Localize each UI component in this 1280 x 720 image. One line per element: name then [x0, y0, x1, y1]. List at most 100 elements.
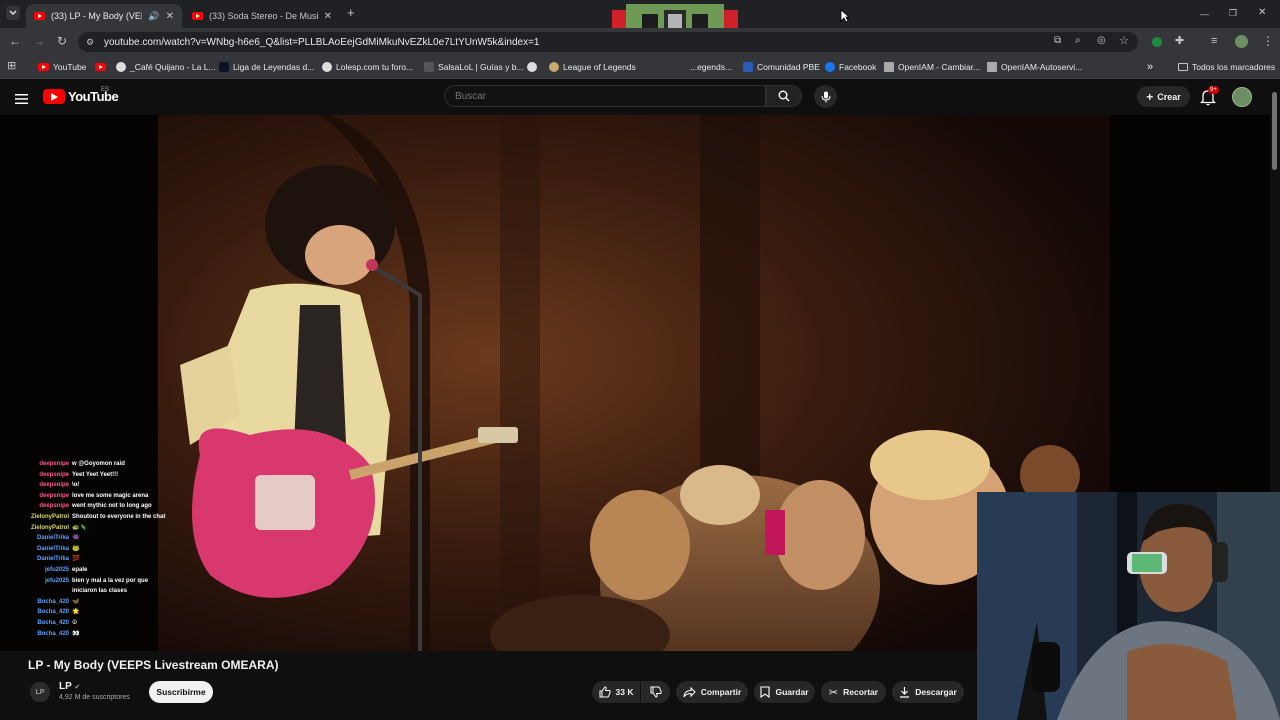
game-icon: [219, 62, 229, 72]
globe-icon: [322, 62, 332, 72]
chat-message: deepsnipe Yeet Yeet Yeet!!!: [39, 471, 119, 478]
scrollbar-thumb[interactable]: [1272, 92, 1277, 170]
clip-button[interactable]: ✂ Recortar: [821, 681, 886, 703]
bookmark-salsalol[interactable]: SalsaLoL | Guías y b...: [424, 60, 524, 74]
site-info-icon[interactable]: ⚙: [86, 37, 94, 48]
media-control-icon[interactable]: ≡: [1211, 35, 1217, 47]
youtube-icon: [95, 63, 106, 71]
scissors-icon: ✂: [828, 686, 839, 699]
restore-window-icon[interactable]: ❐: [1229, 7, 1237, 19]
new-tab-button[interactable]: +: [347, 5, 355, 20]
bookmark-lolesp[interactable]: Lolesp.com tu foro...: [322, 60, 413, 74]
chat-message: deepsnipe love me some magic arena: [39, 492, 149, 499]
thumbs-down-icon: [650, 686, 662, 698]
close-window-icon[interactable]: ✕: [1258, 7, 1266, 19]
speaker-icon[interactable]: 🔊: [148, 11, 159, 22]
account-avatar[interactable]: [1232, 87, 1252, 107]
chat-message: ZielonyPatrol 🐢🦎: [30, 524, 87, 531]
tab-title: (33) LP - My Body (VEEPS L: [51, 11, 142, 21]
like-count: 33 K: [615, 687, 634, 697]
verified-icon: ✔: [74, 684, 81, 691]
stream-chat-overlay: deepsnipe w @Goyomon raid deepsnipe Yeet Y…: [6, 459, 176, 639]
notification-badge: 9+: [1208, 86, 1219, 94]
minimize-window-icon[interactable]: —: [1200, 8, 1209, 20]
bookmark-league-of-legends[interactable]: League of Legends: [549, 60, 636, 74]
close-tab-icon[interactable]: ✕: [166, 11, 174, 22]
bookmark-legends[interactable]: ...egends...: [690, 60, 732, 74]
puzzle-extensions-icon[interactable]: ✚: [1175, 35, 1184, 47]
bookmark-cafe-quijano[interactable]: _Café Quijano - La L...: [116, 60, 216, 74]
save-button[interactable]: Guardar: [754, 681, 815, 703]
forward-arrow-icon[interactable]: →: [33, 35, 45, 47]
youtube-wordmark[interactable]: YouTube: [68, 89, 119, 104]
tab-search-button[interactable]: [6, 6, 20, 20]
tab-soda-stereo[interactable]: (33) Soda Stereo - De Musica L ✕: [184, 4, 340, 28]
tab-title: (33) Soda Stereo - De Musica L: [209, 11, 318, 21]
chat-message: deepsnipe \o/: [39, 482, 79, 489]
apps-grid-icon[interactable]: ⊞: [7, 60, 16, 72]
channel-avatar[interactable]: LP: [30, 682, 50, 702]
bookmarks-overflow-button[interactable]: »: [1147, 60, 1153, 74]
bookmark-openiam-autoservi[interactable]: OpenIAM-Autoservi...: [987, 60, 1082, 74]
install-app-icon[interactable]: ⧉: [1054, 35, 1061, 47]
create-button[interactable]: + Crear: [1137, 86, 1190, 107]
facebook-icon: [825, 62, 835, 72]
plus-icon: +: [1146, 89, 1154, 104]
chat-message: deepsnipe went mythic not to long ago: [39, 503, 152, 510]
streamer-webcam-overlay: [977, 492, 1280, 720]
chat-message: jefu2025 epale: [44, 566, 88, 573]
country-code: ES: [101, 87, 110, 93]
bookmark-facebook[interactable]: Facebook: [825, 60, 876, 74]
bookmark-globe[interactable]: [527, 60, 537, 74]
video-title: LP - My Body (VEEPS Livestream OMEARA): [28, 658, 279, 672]
bookmark-comunidad-pbe[interactable]: Comunidad PBE: [743, 60, 820, 74]
bookmark-liga-de-leyendas[interactable]: Liga de Leyendas d...: [219, 60, 314, 74]
dislike-button[interactable]: [641, 681, 670, 703]
extension-icon[interactable]: [1152, 37, 1162, 47]
search-button[interactable]: [766, 85, 802, 107]
youtube-logo-icon[interactable]: [43, 89, 65, 104]
site-icon: [884, 62, 894, 72]
bookmark-openiam-cambiar[interactable]: OpenIAM - Cambiar...: [884, 60, 980, 74]
share-button[interactable]: Compartir: [676, 681, 748, 703]
download-icon: [900, 687, 910, 698]
globe-icon: [116, 62, 126, 72]
bookmark-star-icon[interactable]: ☆: [1119, 35, 1129, 47]
menu-kebab-icon[interactable]: ⋮: [1262, 35, 1274, 47]
chat-message: DanielTrika 🐸: [36, 545, 80, 552]
mouse-cursor-icon: [840, 9, 850, 23]
eye-off-icon[interactable]: ◎: [1097, 35, 1106, 47]
close-tab-icon[interactable]: ✕: [324, 11, 332, 22]
subscriber-count: 4,92 M de suscriptores: [59, 694, 130, 701]
chat-message: ZielonyPatrol Shoutout to everyone in the…: [30, 513, 166, 520]
all-bookmarks-folder[interactable]: Todos los marcadores: [1178, 60, 1275, 74]
bookmark-youtube[interactable]: YouTube: [38, 60, 86, 74]
zoom-icon[interactable]: ⌕: [1075, 35, 1081, 47]
leaf-icon: [549, 62, 559, 72]
search-input[interactable]: [444, 85, 766, 107]
subscribe-button[interactable]: Suscribirme: [149, 681, 213, 703]
bookmark-youtube-2[interactable]: [95, 60, 106, 74]
back-arrow-icon[interactable]: ←: [9, 35, 21, 47]
hamburger-menu-icon[interactable]: [15, 91, 28, 109]
site-icon: [424, 62, 434, 72]
bookmark-icon: [760, 686, 771, 698]
chat-message: jefu2025 bien y mal a la vez por que: [44, 577, 149, 584]
chat-message: Bocha_420 🦋: [37, 598, 80, 605]
tab-lp-my-body[interactable]: (33) LP - My Body (VEEPS L 🔊 ✕: [26, 4, 182, 28]
voice-search-button[interactable]: [814, 85, 837, 108]
chevron-down-icon: [9, 10, 17, 15]
reload-icon[interactable]: ↻: [57, 35, 67, 47]
profile-avatar-icon[interactable]: [1235, 35, 1248, 48]
folder-icon: [1178, 63, 1188, 71]
youtube-icon: [38, 63, 49, 71]
chat-message: Bocha_420 🌟: [37, 609, 80, 616]
chat-message: DanielTrika 👾: [36, 535, 80, 542]
youtube-favicon-icon: [34, 12, 45, 20]
url-text[interactable]: youtube.com/watch?v=WNbg-h6e6_Q&list=PLL…: [104, 37, 540, 48]
channel-name[interactable]: LP ✔: [59, 681, 80, 692]
like-button[interactable]: 33 K: [592, 681, 640, 703]
chat-message: DanielTrika 💯: [36, 556, 80, 563]
download-button[interactable]: Descargar: [892, 681, 964, 703]
webcam-feed-image: [977, 492, 1280, 720]
